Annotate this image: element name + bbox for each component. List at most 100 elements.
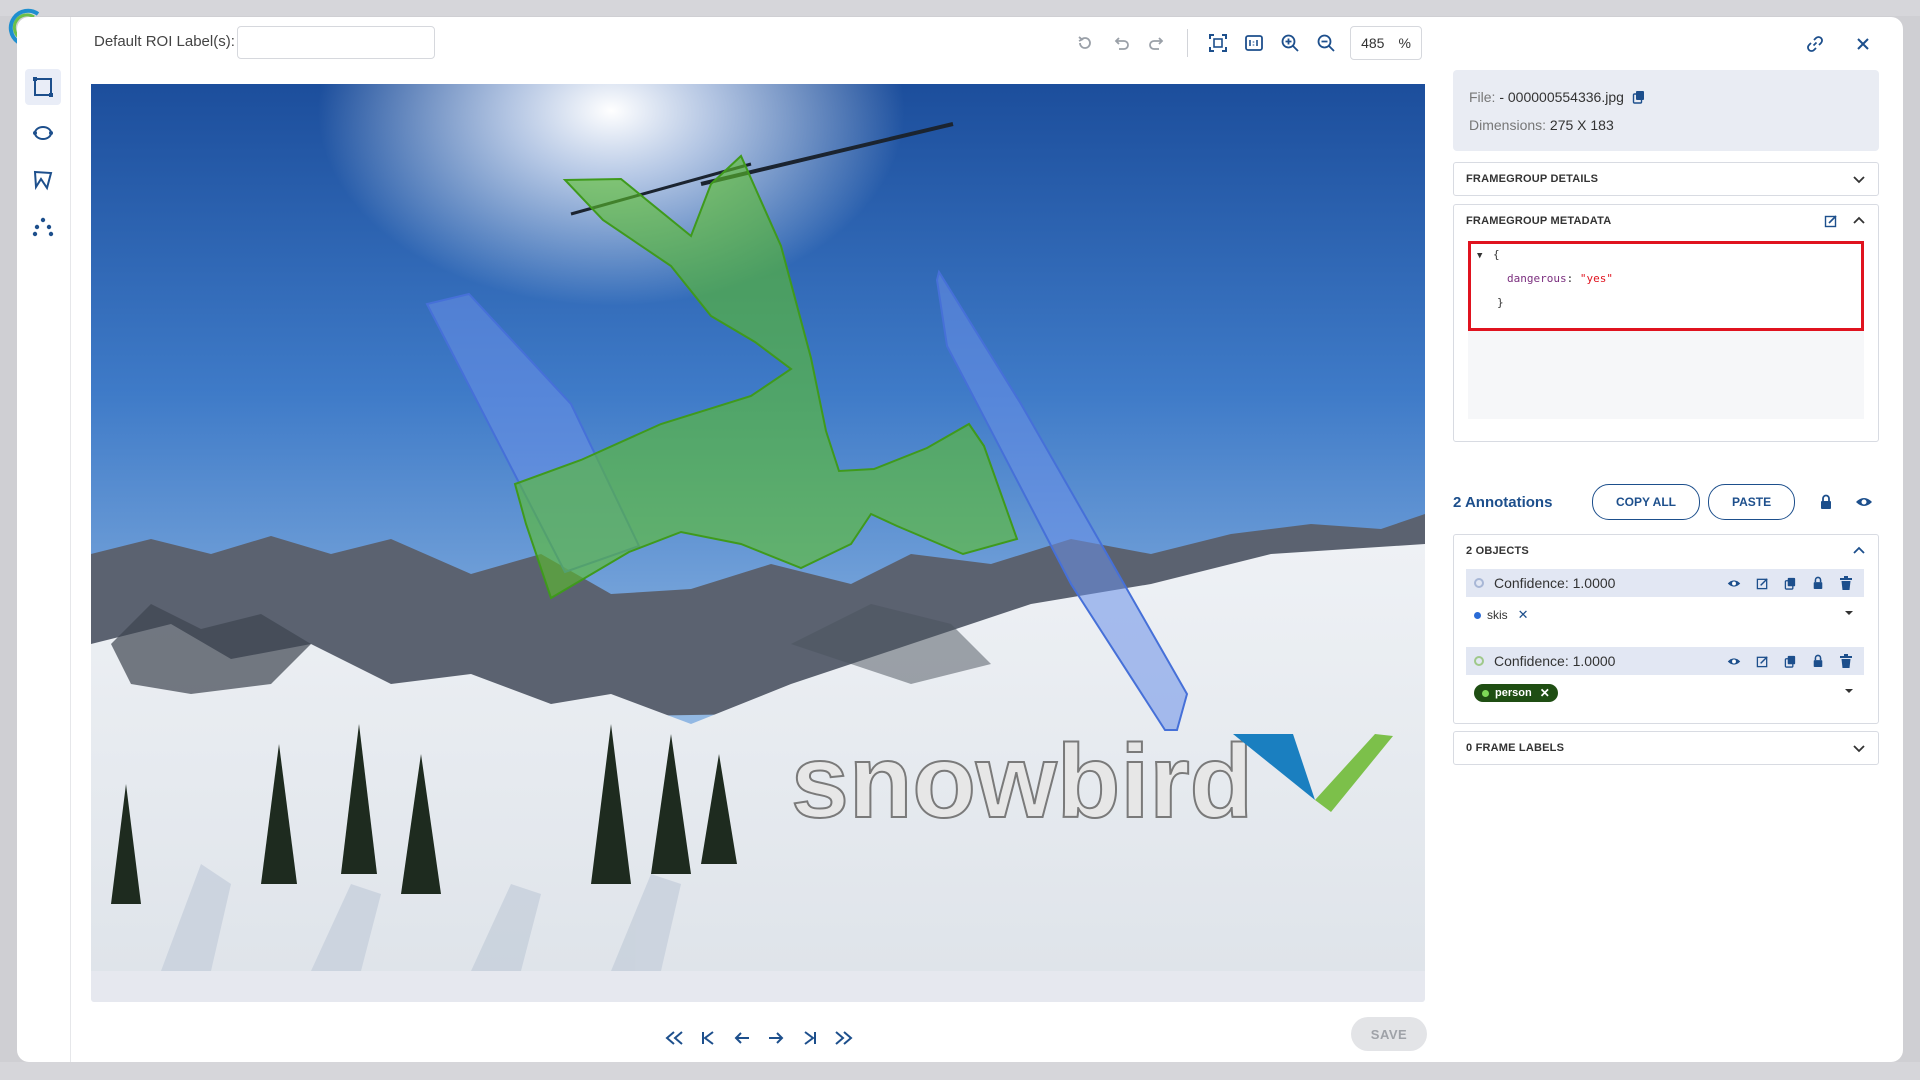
edit-icon bbox=[1756, 655, 1768, 667]
lock-all-button[interactable] bbox=[1811, 487, 1841, 517]
zoom-out-button[interactable] bbox=[1311, 28, 1341, 58]
fast-backward-button[interactable] bbox=[659, 1023, 689, 1053]
label-color-dot bbox=[1482, 689, 1489, 697]
rectangle-tool-button[interactable] bbox=[25, 69, 61, 105]
file-name: - 000000554336.jpg bbox=[1499, 89, 1624, 105]
next-icon bbox=[769, 1032, 784, 1044]
eye-icon bbox=[1856, 498, 1873, 506]
object-status-dot bbox=[1474, 656, 1484, 666]
object-edit-button[interactable] bbox=[1752, 651, 1772, 671]
first-button[interactable] bbox=[693, 1023, 723, 1053]
reset-button[interactable] bbox=[1070, 28, 1100, 58]
chevron-up-icon[interactable] bbox=[1852, 544, 1866, 558]
object-visibility-button[interactable] bbox=[1724, 651, 1744, 671]
keypoint-tool-icon bbox=[32, 217, 54, 237]
image-canvas[interactable]: snowbird bbox=[91, 84, 1425, 971]
object-label-tag: person ✕ bbox=[1474, 684, 1558, 702]
label-dropdown-icon[interactable] bbox=[1844, 687, 1854, 695]
link-icon bbox=[1807, 36, 1823, 52]
object-card-skis[interactable]: Confidence: 1.0000 skis ✕ bbox=[1466, 569, 1864, 633]
actual-size-icon bbox=[1245, 35, 1263, 51]
tool-sidebar bbox=[17, 17, 71, 1062]
polygon-tool-button[interactable] bbox=[25, 162, 61, 198]
fast-forward-icon bbox=[835, 1031, 853, 1045]
object-label-tag: skis ✕ bbox=[1474, 607, 1529, 623]
dimensions-value: 275 X 183 bbox=[1549, 117, 1614, 133]
object-copy-button[interactable] bbox=[1780, 573, 1800, 593]
object-confidence: Confidence: 1.0000 bbox=[1494, 653, 1616, 669]
save-button[interactable]: SAVE bbox=[1351, 1017, 1427, 1051]
close-icon bbox=[1857, 38, 1869, 50]
actual-size-button[interactable] bbox=[1239, 28, 1269, 58]
copy-icon[interactable] bbox=[1632, 90, 1646, 104]
backdrop-bottom bbox=[0, 1062, 1920, 1080]
object-card-person[interactable]: Confidence: 1.0000 person ✕ bbox=[1466, 647, 1864, 711]
object-lock-button[interactable] bbox=[1808, 651, 1828, 671]
next-button[interactable] bbox=[761, 1023, 791, 1053]
close-button[interactable] bbox=[1848, 29, 1878, 59]
lock-icon bbox=[1813, 576, 1823, 589]
eye-icon bbox=[1727, 657, 1741, 665]
copy-icon bbox=[1784, 577, 1795, 590]
frame-labels-section[interactable]: 0 FRAME LABELS bbox=[1453, 731, 1879, 765]
file-line: File: - 000000554336.jpg bbox=[1469, 89, 1646, 105]
label-dropdown-icon[interactable] bbox=[1844, 609, 1854, 617]
canvas-toolbar: 485 % bbox=[1067, 25, 1422, 61]
json-value: "yes" bbox=[1579, 272, 1613, 285]
annotation-count: 2 Annotations bbox=[1453, 493, 1553, 511]
ellipse-tool-button[interactable] bbox=[25, 115, 61, 151]
section-title: FRAMEGROUP DETAILS bbox=[1466, 173, 1599, 185]
json-close-brace: } bbox=[1497, 296, 1504, 309]
metadata-json-editor[interactable]: ▼ { dangerous: "yes" } bbox=[1468, 241, 1864, 331]
eye-icon bbox=[1727, 579, 1741, 587]
remove-label-icon[interactable]: ✕ bbox=[1518, 607, 1529, 623]
undo-button[interactable] bbox=[1106, 28, 1136, 58]
visibility-all-button[interactable] bbox=[1849, 487, 1879, 517]
last-button[interactable] bbox=[795, 1023, 825, 1053]
framegroup-details-section[interactable]: FRAMEGROUP DETAILS bbox=[1453, 162, 1879, 196]
chevron-up-icon[interactable] bbox=[1852, 214, 1866, 228]
roi-label: Default ROI Label(s): bbox=[94, 33, 235, 50]
roi-label-input[interactable] bbox=[237, 26, 435, 59]
frame-navigation bbox=[657, 1023, 861, 1053]
reset-icon bbox=[1078, 36, 1091, 49]
zoom-level-field[interactable]: 485 % bbox=[1350, 26, 1422, 60]
remove-label-icon[interactable]: ✕ bbox=[1540, 686, 1550, 700]
keypoint-tool-button[interactable] bbox=[25, 209, 61, 245]
section-title: 2 OBJECTS bbox=[1466, 545, 1529, 557]
copy-link-button[interactable] bbox=[1800, 29, 1830, 59]
metadata-editor-area[interactable] bbox=[1468, 331, 1864, 419]
redo-button[interactable] bbox=[1142, 28, 1172, 58]
zoom-in-button[interactable] bbox=[1275, 28, 1305, 58]
collapse-caret-icon[interactable]: ▼ bbox=[1477, 251, 1482, 261]
backdrop-top bbox=[0, 0, 1920, 16]
object-copy-button[interactable] bbox=[1780, 651, 1800, 671]
dimensions-label: Dimensions: bbox=[1469, 117, 1547, 133]
object-delete-button[interactable] bbox=[1836, 573, 1856, 593]
object-edit-button[interactable] bbox=[1752, 573, 1772, 593]
fit-screen-button[interactable] bbox=[1203, 28, 1233, 58]
section-title: FRAMEGROUP METADATA bbox=[1466, 215, 1612, 227]
paste-button[interactable]: PASTE bbox=[1707, 484, 1796, 520]
object-visibility-button[interactable] bbox=[1724, 573, 1744, 593]
ellipse-tool-icon bbox=[33, 126, 53, 140]
framegroup-metadata-section: FRAMEGROUP METADATA ▼ { dangerous: "yes"… bbox=[1453, 204, 1879, 442]
previous-icon bbox=[734, 1032, 749, 1044]
fast-backward-icon bbox=[665, 1031, 683, 1045]
trash-icon bbox=[1840, 576, 1852, 590]
toolbar-divider bbox=[1187, 29, 1188, 57]
object-lock-button[interactable] bbox=[1808, 573, 1828, 593]
file-info-card: File: - 000000554336.jpg Dimensions: 275… bbox=[1453, 70, 1879, 151]
previous-button[interactable] bbox=[727, 1023, 757, 1053]
object-delete-button[interactable] bbox=[1836, 651, 1856, 671]
edit-icon[interactable] bbox=[1824, 214, 1838, 228]
fast-forward-button[interactable] bbox=[829, 1023, 859, 1053]
section-title: 0 FRAME LABELS bbox=[1466, 742, 1565, 754]
chevron-down-icon[interactable] bbox=[1852, 741, 1866, 755]
copy-all-button[interactable]: COPY ALL bbox=[1592, 484, 1700, 520]
zoom-in-icon bbox=[1281, 34, 1299, 52]
chevron-down-icon[interactable] bbox=[1852, 172, 1866, 186]
first-icon bbox=[702, 1031, 714, 1045]
annotation-modal: Default ROI Label(s): 485 % snowbird SAV… bbox=[17, 17, 1903, 1062]
json-open-brace: { bbox=[1493, 248, 1500, 261]
